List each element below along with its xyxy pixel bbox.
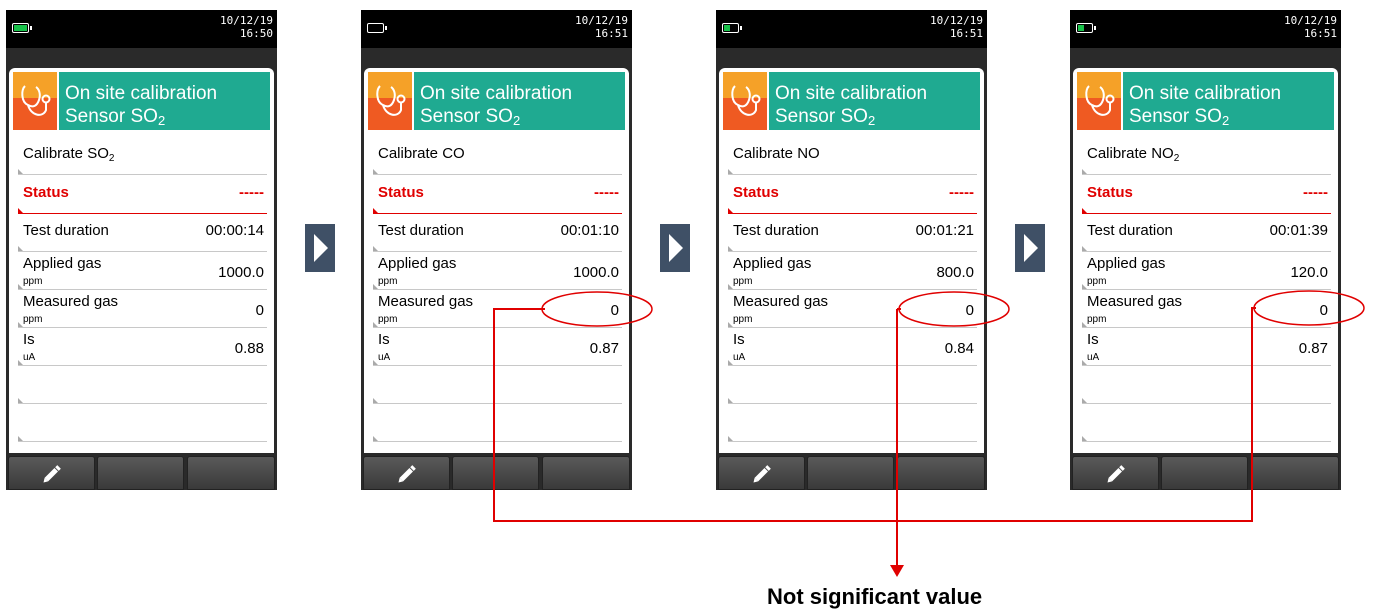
highlight-ellipse [1253,290,1365,326]
highlight-ellipse [898,291,1010,327]
highlight-ellipse [541,291,653,327]
connector-line [493,307,1256,522]
annotation-overlay [493,290,1365,577]
pointer-arrowhead [890,565,904,577]
annotation-note: Not significant value [767,584,983,609]
